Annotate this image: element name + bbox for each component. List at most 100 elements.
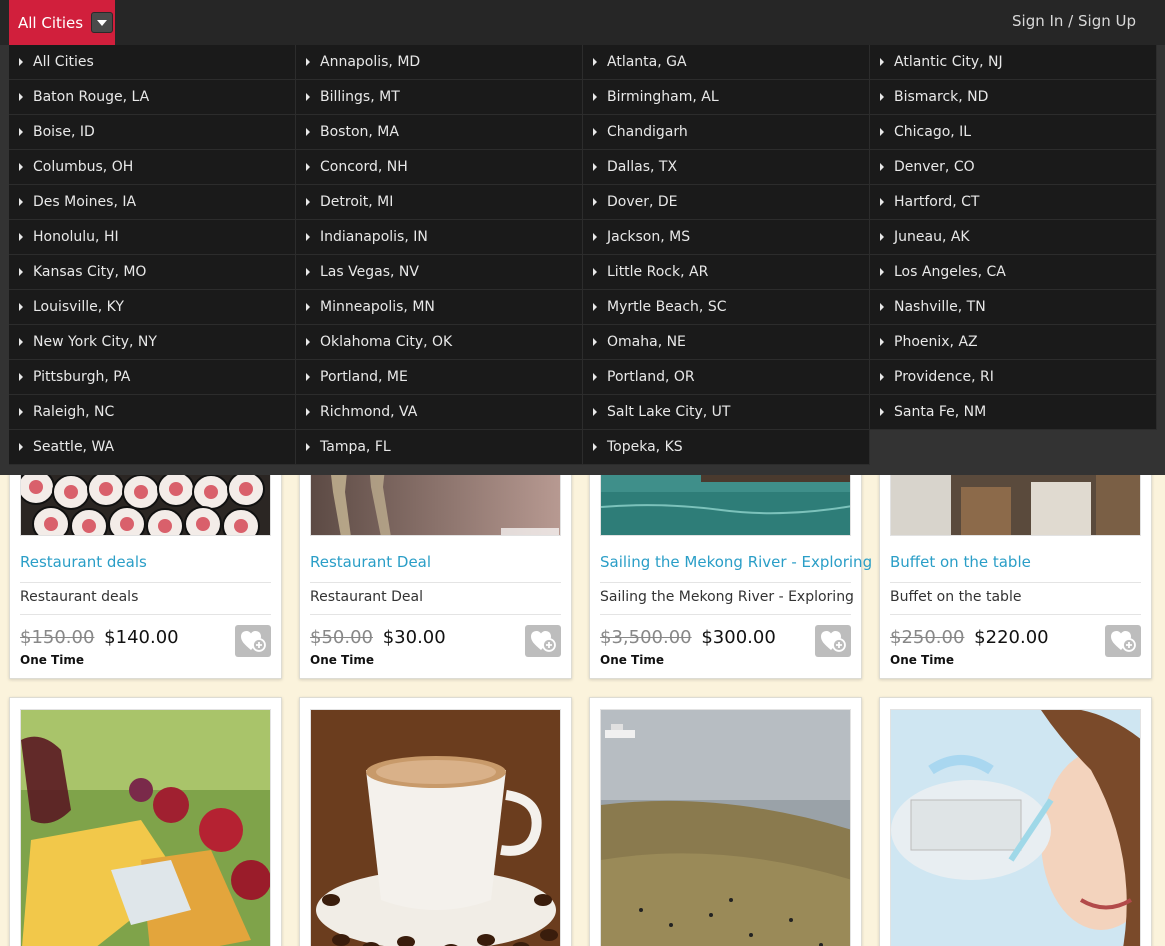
city-menu-label: Jackson, MS	[607, 229, 691, 245]
old-price: $150.00	[20, 627, 95, 648]
city-menu-item[interactable]: Raleigh, NC	[9, 395, 296, 430]
city-menu-item[interactable]: Annapolis, MD	[296, 45, 583, 80]
city-menu-item[interactable]: Little Rock, AR	[583, 255, 870, 290]
city-menu-item[interactable]: Seattle, WA	[9, 430, 296, 465]
city-selector-button[interactable]: All Cities	[9, 0, 115, 45]
city-menu-item[interactable]: Providence, RI	[870, 360, 1157, 395]
city-menu-item[interactable]: Phoenix, AZ	[870, 325, 1157, 360]
city-menu-item[interactable]: Boston, MA	[296, 115, 583, 150]
heart-plus-icon[interactable]	[235, 625, 271, 657]
deal-title[interactable]: Restaurant Deal	[310, 553, 431, 571]
city-menu-item[interactable]: Juneau, AK	[870, 220, 1157, 255]
city-menu-item[interactable]: Topeka, KS	[583, 430, 870, 465]
arrow-right-icon	[593, 373, 597, 381]
arrow-right-icon	[19, 373, 23, 381]
heart-plus-icon[interactable]	[815, 625, 851, 657]
arrow-right-icon	[19, 163, 23, 171]
city-menu-item[interactable]: Indianapolis, IN	[296, 220, 583, 255]
deal-title[interactable]: Restaurant deals	[20, 553, 147, 571]
divider	[890, 582, 1141, 583]
city-menu-item[interactable]: Boise, ID	[9, 115, 296, 150]
arrow-right-icon	[880, 373, 884, 381]
deal-title[interactable]: Sailing the Mekong River - Exploring	[600, 553, 872, 571]
city-menu-item[interactable]: Concord, NH	[296, 150, 583, 185]
city-dropdown-menu: All Cities Annapolis, MD Atlanta, GA Atlant…	[9, 45, 1157, 465]
arrow-right-icon	[19, 93, 23, 101]
city-menu-label: All Cities	[33, 54, 94, 70]
caret-down-icon[interactable]	[91, 12, 114, 33]
city-menu-item[interactable]: Hartford, CT	[870, 185, 1157, 220]
arrow-right-icon	[880, 268, 884, 276]
city-menu-item[interactable]: Santa Fe, NM	[870, 395, 1157, 430]
city-menu-item[interactable]: Salt Lake City, UT	[583, 395, 870, 430]
city-menu-item[interactable]: Chicago, IL	[870, 115, 1157, 150]
city-menu-item[interactable]: Tampa, FL	[296, 430, 583, 465]
divider	[600, 614, 851, 615]
city-menu-item[interactable]: Chandigarh	[583, 115, 870, 150]
arrow-right-icon	[593, 198, 597, 206]
city-menu-item[interactable]: Pittsburgh, PA	[9, 360, 296, 395]
city-menu-item[interactable]: Birmingham, AL	[583, 80, 870, 115]
city-menu-item[interactable]: Los Angeles, CA	[870, 255, 1157, 290]
city-menu-label: Baton Rouge, LA	[33, 89, 150, 105]
city-menu-item[interactable]: Columbus, OH	[9, 150, 296, 185]
city-menu-label: Denver, CO	[894, 159, 975, 175]
city-menu-item[interactable]: New York City, NY	[9, 325, 296, 360]
city-menu-item[interactable]: Oklahoma City, OK	[296, 325, 583, 360]
city-menu-label: Portland, OR	[607, 369, 695, 385]
city-menu-label: New York City, NY	[33, 334, 157, 350]
city-menu-item[interactable]: Denver, CO	[870, 150, 1157, 185]
deal-image[interactable]	[890, 709, 1141, 946]
city-menu-item[interactable]: All Cities	[9, 45, 296, 80]
city-menu-item[interactable]: Richmond, VA	[296, 395, 583, 430]
heart-plus-icon[interactable]	[1105, 625, 1141, 657]
old-price: $3,500.00	[600, 627, 692, 648]
deal-image[interactable]	[20, 709, 271, 946]
city-menu-item[interactable]: Billings, MT	[296, 80, 583, 115]
divider	[890, 614, 1141, 615]
city-menu-item[interactable]: Omaha, NE	[583, 325, 870, 360]
deal-card[interactable]	[9, 697, 282, 946]
city-menu-item[interactable]: Atlanta, GA	[583, 45, 870, 80]
city-menu-item[interactable]: Des Moines, IA	[9, 185, 296, 220]
deal-image[interactable]	[600, 709, 851, 946]
city-menu-label: Oklahoma City, OK	[320, 334, 453, 350]
city-menu-label: Birmingham, AL	[607, 89, 719, 105]
city-menu-item[interactable]: Atlantic City, NJ	[870, 45, 1157, 80]
deal-frequency: One Time	[310, 653, 375, 667]
arrow-right-icon	[880, 58, 884, 66]
deal-card[interactable]	[589, 697, 862, 946]
city-menu-item[interactable]: Baton Rouge, LA	[9, 80, 296, 115]
city-menu-item[interactable]: Kansas City, MO	[9, 255, 296, 290]
arrow-right-icon	[19, 268, 23, 276]
city-menu-item[interactable]: Portland, ME	[296, 360, 583, 395]
divider	[310, 582, 561, 583]
city-menu-item[interactable]: Las Vegas, NV	[296, 255, 583, 290]
sign-in-link[interactable]: Sign In / Sign Up	[1012, 12, 1136, 30]
city-menu-label: Omaha, NE	[607, 334, 686, 350]
city-menu-label: Juneau, AK	[894, 229, 970, 245]
city-menu-item[interactable]: Minneapolis, MN	[296, 290, 583, 325]
arrow-right-icon	[306, 233, 310, 241]
city-menu-item[interactable]: Honolulu, HI	[9, 220, 296, 255]
city-menu-item[interactable]: Dover, DE	[583, 185, 870, 220]
city-menu-item[interactable]: Bismarck, ND	[870, 80, 1157, 115]
heart-plus-icon[interactable]	[525, 625, 561, 657]
city-menu-label: Annapolis, MD	[320, 54, 421, 70]
arrow-right-icon	[19, 128, 23, 136]
deal-title[interactable]: Buffet on the table	[890, 553, 1031, 571]
deal-image[interactable]	[310, 709, 561, 946]
city-menu-item[interactable]: Nashville, TN	[870, 290, 1157, 325]
deal-card[interactable]	[879, 697, 1152, 946]
deal-card[interactable]	[299, 697, 572, 946]
city-menu-item[interactable]: Dallas, TX	[583, 150, 870, 185]
old-price: $50.00	[310, 627, 373, 648]
city-menu-item[interactable]: Detroit, MI	[296, 185, 583, 220]
deal-subtitle: Restaurant deals	[20, 589, 139, 605]
city-menu-item[interactable]: Jackson, MS	[583, 220, 870, 255]
city-menu-item[interactable]: Myrtle Beach, SC	[583, 290, 870, 325]
arrow-right-icon	[306, 443, 310, 451]
arrow-right-icon	[880, 163, 884, 171]
city-menu-item[interactable]: Portland, OR	[583, 360, 870, 395]
city-menu-item[interactable]: Louisville, KY	[9, 290, 296, 325]
